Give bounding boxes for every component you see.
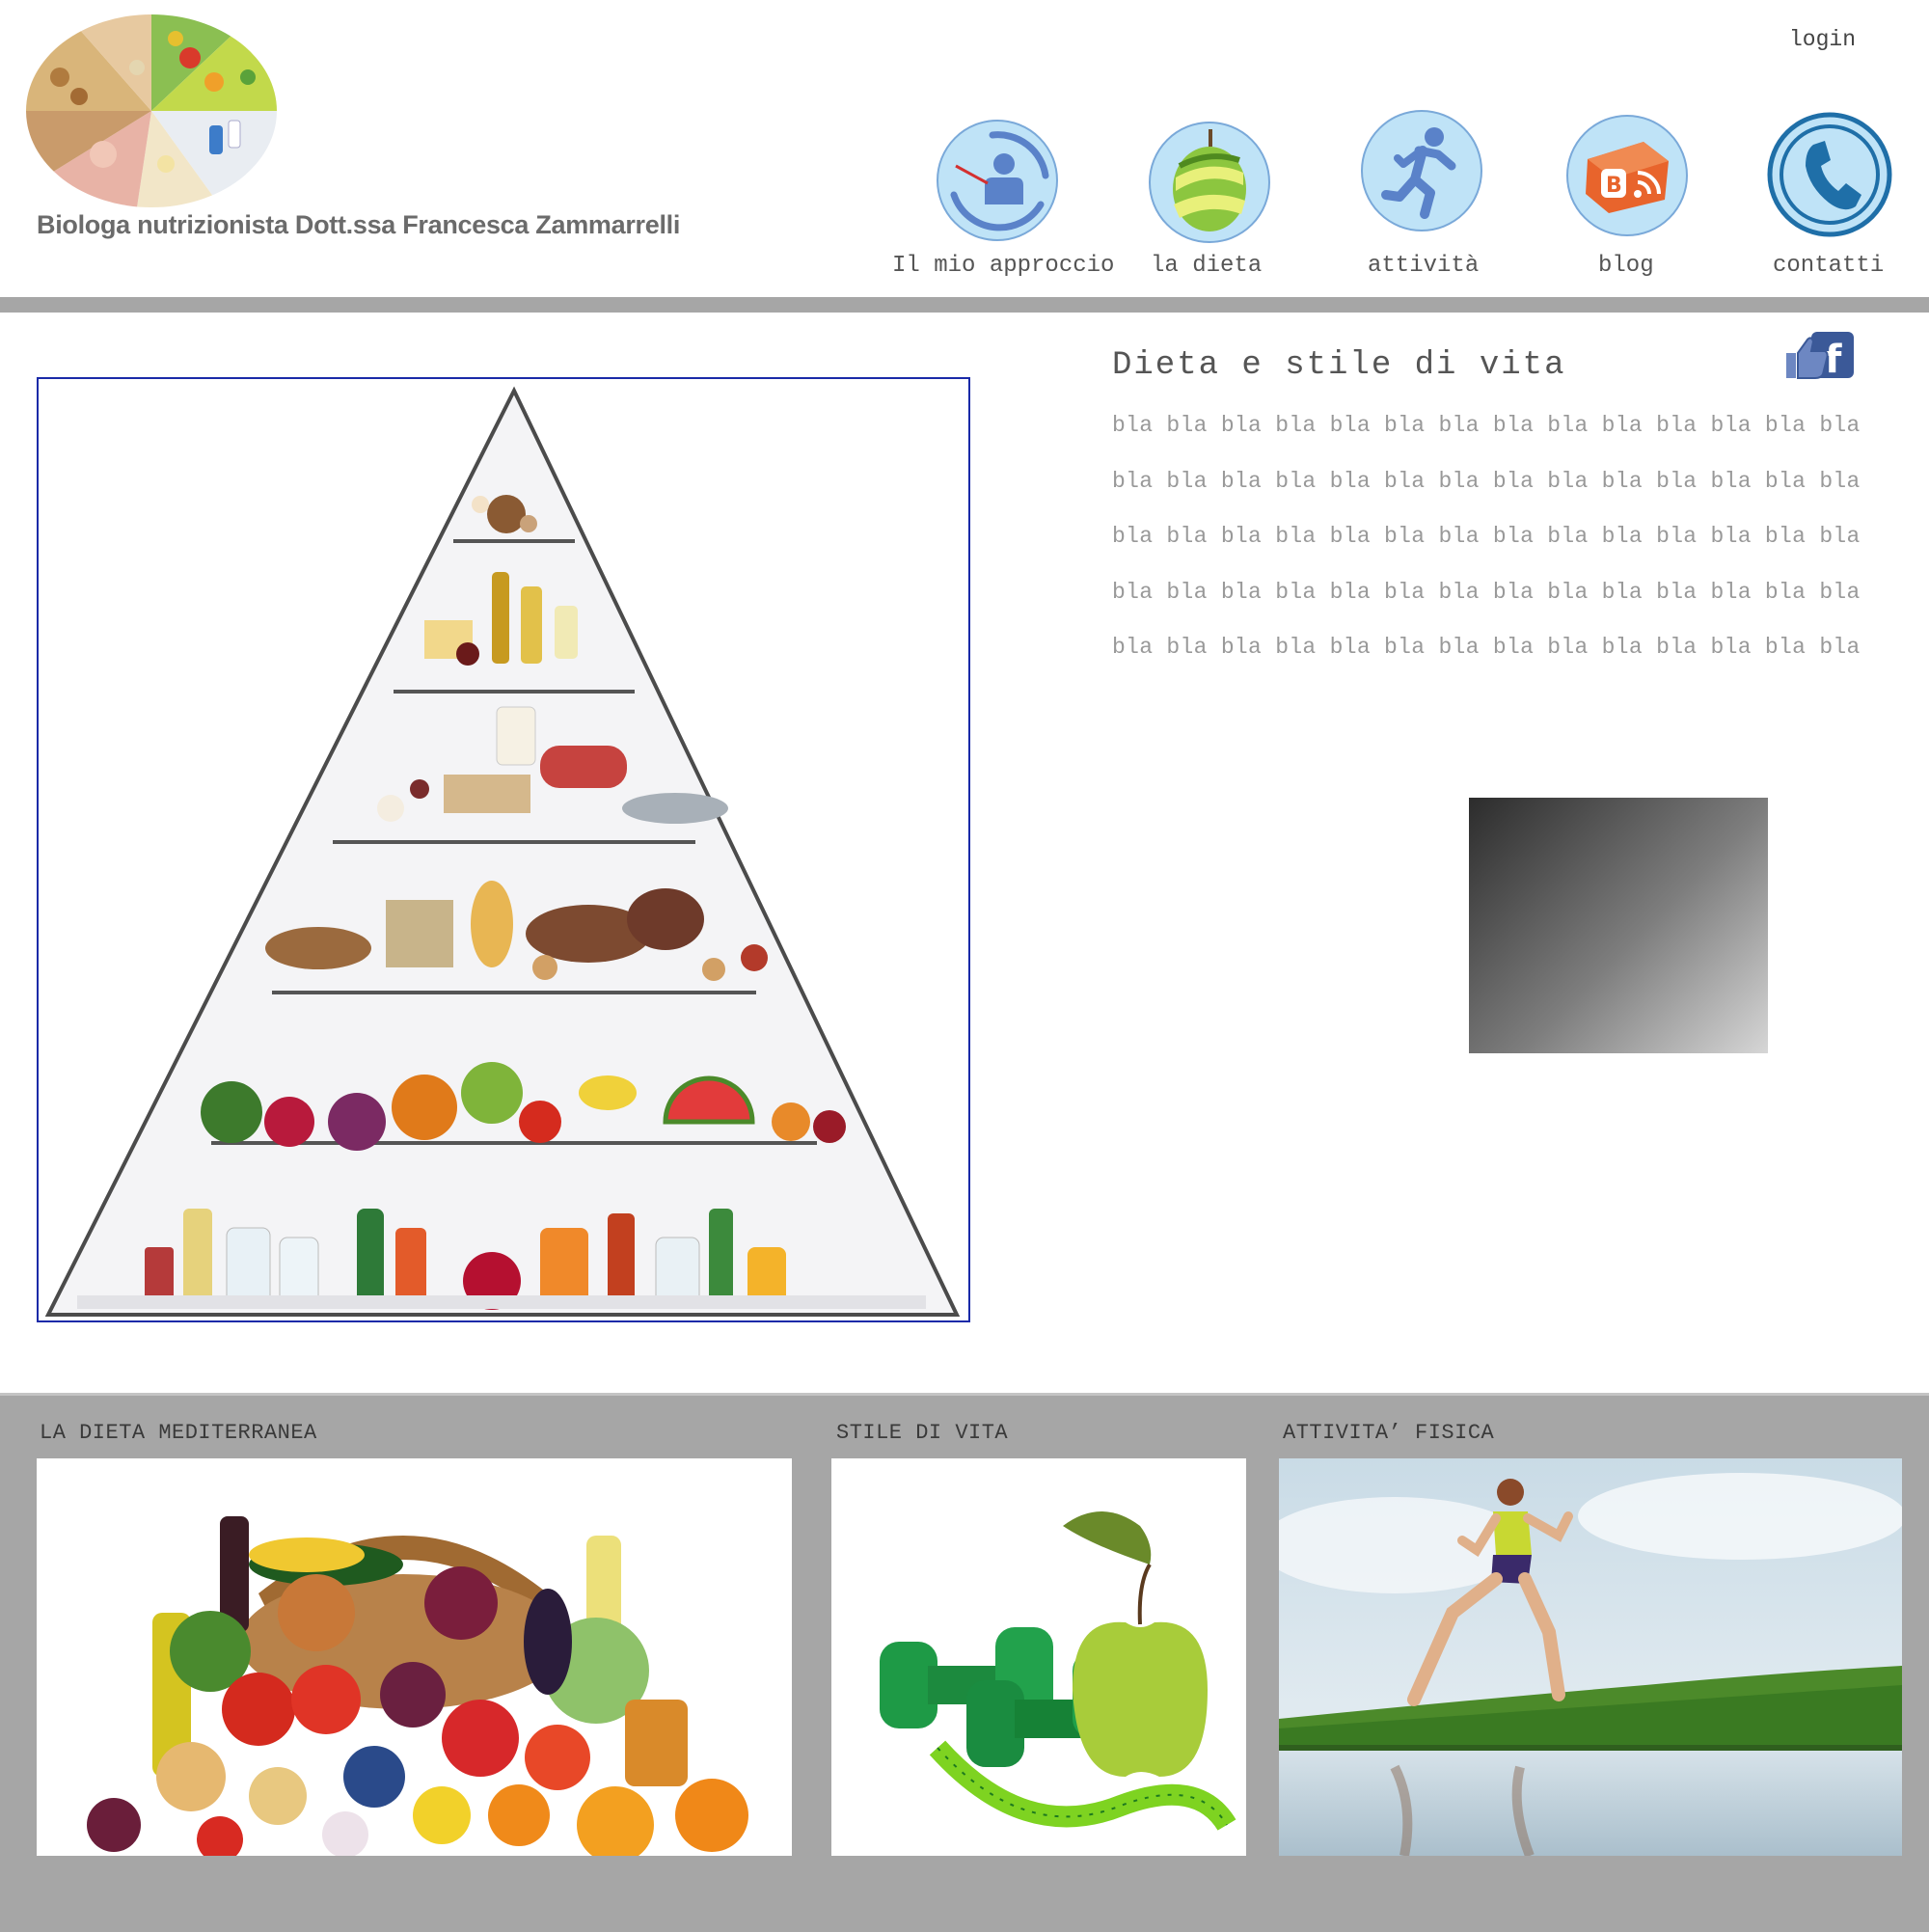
- card-image-attivita-fisica[interactable]: [1279, 1458, 1902, 1856]
- image-placeholder: [1469, 798, 1768, 1053]
- nav-item-dieta[interactable]: la dieta: [1151, 253, 1262, 279]
- login-link[interactable]: login: [1789, 27, 1856, 52]
- card-title-stile-di-vita[interactable]: STILE DI VITA: [836, 1421, 1008, 1445]
- facebook-like-icon[interactable]: f: [1782, 330, 1856, 382]
- runner-icon[interactable]: [1359, 108, 1484, 233]
- food-wheel-logo: [26, 14, 277, 207]
- svg-text:B: B: [1606, 174, 1622, 198]
- food-pyramid-image: [37, 377, 970, 1322]
- card-image-stile-di-vita[interactable]: [831, 1458, 1246, 1856]
- body-text-line: bla bla bla bla bla bla bla bla bla bla …: [1112, 580, 1861, 605]
- phone-icon[interactable]: [1767, 112, 1892, 237]
- card-title-dieta-mediterranea[interactable]: LA DIETA MEDITERRANEA: [40, 1421, 317, 1445]
- body-text-line: bla bla bla bla bla bla bla bla bla bla …: [1112, 635, 1861, 660]
- presenter-icon[interactable]: [935, 118, 1060, 243]
- card-image-dieta-mediterranea[interactable]: [37, 1458, 792, 1856]
- apple-peel-icon[interactable]: [1147, 120, 1272, 245]
- header-divider: [0, 297, 1929, 313]
- body-text-line: bla bla bla bla bla bla bla bla bla bla …: [1112, 469, 1861, 494]
- site-brand-title: Biologa nutrizionista Dott.ssa Francesca…: [37, 210, 681, 239]
- nav-item-contatti[interactable]: contatti: [1773, 253, 1884, 279]
- nav-item-attivita[interactable]: attività: [1368, 253, 1479, 279]
- body-text-line: bla bla bla bla bla bla bla bla bla bla …: [1112, 413, 1861, 438]
- blogger-icon[interactable]: B: [1564, 113, 1690, 238]
- body-text-line: bla bla bla bla bla bla bla bla bla bla …: [1112, 524, 1861, 549]
- nav-item-approccio[interactable]: Il mio approccio: [892, 253, 1114, 279]
- logo[interactable]: [21, 10, 282, 212]
- card-title-attivita-fisica[interactable]: ATTIVITA’ FISICA: [1283, 1421, 1494, 1445]
- nav-item-blog[interactable]: blog: [1598, 253, 1654, 279]
- page-title: Dieta e stile di vita: [1112, 347, 1566, 384]
